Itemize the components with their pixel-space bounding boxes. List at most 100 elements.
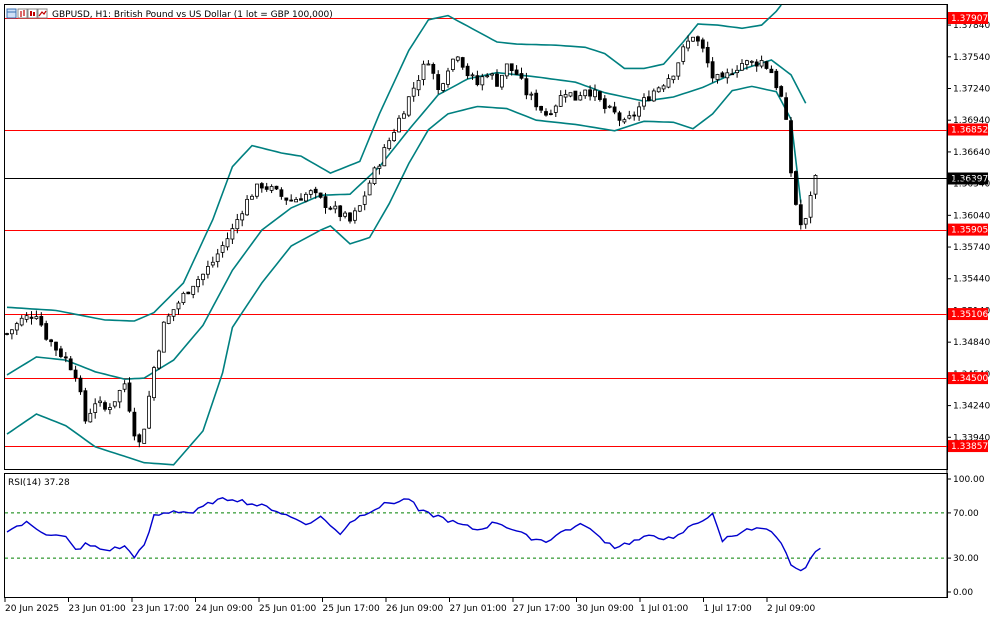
time-tick-label: 27 Jun 01:00 — [450, 604, 507, 614]
candle-body — [549, 113, 553, 116]
candle-body — [798, 204, 803, 226]
candle-body — [303, 193, 308, 202]
candle — [357, 205, 362, 213]
candle-body — [696, 36, 700, 42]
time-tick-label: 23 Jun 17:00 — [132, 604, 189, 614]
candle-body — [509, 63, 514, 72]
candle-body — [588, 89, 592, 97]
candle-body — [176, 302, 181, 310]
candle-body — [152, 367, 156, 399]
candle-body — [210, 261, 215, 266]
candle-body — [259, 183, 264, 189]
candle-body — [289, 199, 294, 202]
chart-title: GBPUSD, H1: British Pound vs US Dollar (… — [52, 10, 333, 20]
candle-body — [127, 382, 132, 412]
rsi-tick-label: 70.00 — [953, 509, 979, 519]
candle — [779, 85, 784, 98]
candle-body — [220, 245, 225, 253]
candle-body — [651, 90, 656, 102]
candle-body — [475, 75, 480, 86]
candle — [274, 185, 279, 191]
candle-body — [465, 65, 470, 77]
candle-body — [299, 198, 303, 201]
rsi-tick-label: 100.00 — [953, 475, 985, 485]
candle-body — [392, 132, 397, 142]
time-tick-label: 23 Jun 01:00 — [69, 604, 126, 614]
candle-body — [73, 369, 78, 378]
candle-body — [495, 73, 499, 87]
candle-body — [431, 63, 436, 74]
window-icon[interactable] — [6, 8, 17, 19]
candle-body — [362, 195, 367, 205]
candle-body — [88, 412, 93, 423]
candle-body — [441, 83, 446, 91]
candle-body — [553, 105, 558, 113]
candle-body — [730, 73, 735, 76]
line-icon[interactable] — [37, 8, 48, 19]
price-tick-label: 1.36040 — [953, 211, 990, 221]
candles-icon[interactable] — [27, 8, 38, 19]
time-tick-label: 2 Jul 09:00 — [767, 604, 816, 614]
time-tick-label: 1 Jul 01:00 — [640, 604, 689, 614]
time-tick-label: 30 Jun 09:00 — [577, 604, 634, 614]
candle-body — [401, 113, 406, 119]
candle-body — [117, 390, 122, 403]
candle-body — [676, 62, 681, 77]
candle-body — [240, 213, 245, 221]
candle-body — [544, 111, 548, 116]
candle-body — [647, 96, 651, 102]
candle-body — [29, 316, 34, 319]
candle-body — [397, 117, 401, 133]
candle — [681, 44, 686, 65]
candle-body — [661, 85, 666, 90]
candle-body — [622, 119, 627, 123]
candle-body — [671, 75, 676, 81]
candle — [78, 375, 83, 395]
candle-body — [607, 105, 612, 108]
candle-body — [68, 358, 73, 371]
candle-body — [745, 60, 749, 65]
candle — [127, 377, 132, 413]
time-tick-label: 25 Jun 17:00 — [323, 604, 380, 614]
candle-body — [504, 63, 509, 77]
candle — [789, 116, 793, 177]
candle-body — [132, 411, 137, 437]
candle-body — [681, 46, 686, 62]
candle-body — [112, 401, 117, 407]
candle-body — [166, 315, 171, 324]
candle-body — [343, 212, 348, 217]
candle-body — [627, 115, 632, 119]
candle-body — [44, 323, 49, 340]
candle-body — [779, 86, 784, 97]
candle-body — [171, 309, 176, 317]
candle-body — [142, 428, 147, 444]
candle-body — [201, 273, 205, 281]
candle-body — [196, 278, 201, 288]
candle — [181, 291, 186, 305]
candle — [382, 144, 387, 167]
candle-body — [367, 182, 372, 196]
price-tick-label: 1.34840 — [953, 338, 990, 348]
candle-body — [348, 212, 352, 222]
candle-body — [78, 377, 83, 393]
candle — [406, 96, 411, 118]
level-tag-label: 1.35106 — [951, 310, 988, 320]
candle-body — [191, 285, 196, 295]
price-tick-label: 1.35440 — [953, 275, 990, 285]
candle-body — [103, 402, 107, 410]
chart-canvas[interactable]: 1.36397 1.378401.375401.372401.369401.36… — [0, 0, 1000, 620]
candle-body — [578, 95, 583, 101]
main-chart-frame — [4, 4, 948, 470]
candle-body — [617, 112, 622, 121]
candle-body — [382, 147, 387, 167]
candle-body — [705, 46, 710, 64]
level-tag-label: 1.36852 — [951, 126, 988, 136]
candle-body — [794, 171, 798, 205]
candle-body — [534, 92, 539, 108]
candle-body — [769, 68, 774, 74]
candle — [372, 166, 377, 186]
bars-icon[interactable] — [17, 8, 28, 19]
candle-body — [656, 87, 661, 93]
candle — [573, 90, 578, 101]
candle-body — [147, 395, 152, 429]
